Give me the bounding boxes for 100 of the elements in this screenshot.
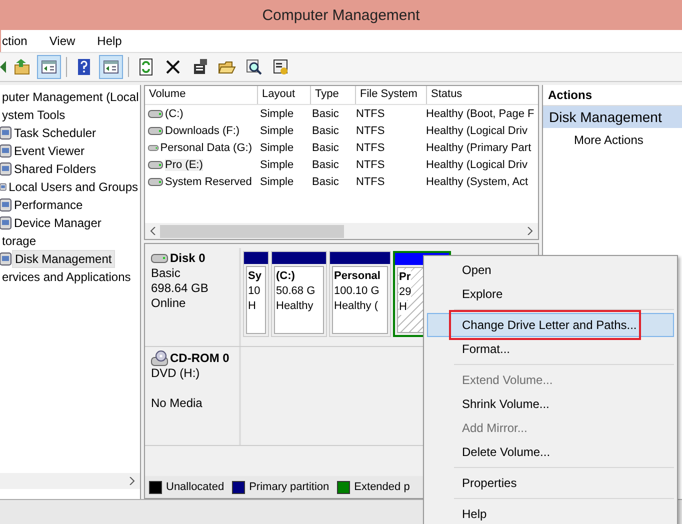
menu-item[interactable]: Help [96,34,123,48]
tree-node-icon [0,162,12,176]
partition-text: Sy [248,269,262,284]
column-header[interactable]: Layout [258,86,311,104]
column-header[interactable]: Status [427,86,538,104]
scroll-right-icon[interactable] [129,477,135,485]
horizontal-scrollbar[interactable] [145,223,538,239]
partition-color-bar [330,252,390,264]
tree-node-icon [0,144,12,158]
tree-node-icon [0,198,12,212]
table-cell: Simple [260,176,294,188]
cd-drive-icon [151,350,169,366]
column-header[interactable]: File System [356,86,427,104]
table-cell: NTFS [356,124,385,136]
tree-node-icon [0,252,12,266]
drive-label[interactable]: Personal Data (G:) [160,142,252,154]
legend-label: Unallocated [166,481,224,493]
drive-icon [151,254,169,263]
disk-name: CD-ROM 0 [170,350,230,366]
table-cell: NTFS [356,142,385,154]
table-cell: Basic [312,142,339,154]
partition-text: (C:) [276,269,296,284]
table-cell: Basic [312,108,339,120]
tree-item[interactable]: Device Manager [12,215,104,231]
partition-text: Healthy [276,299,314,314]
tree-item[interactable]: torage [0,233,38,249]
table-cell: Simple [260,108,294,120]
table-cell: Healthy (Boot, Page F [426,108,534,120]
drive-icon [148,110,164,118]
partition-text: Pr [399,270,411,285]
drive-label[interactable]: Downloads (F:) [165,124,240,136]
column-header[interactable]: Type [311,86,356,104]
tree-item[interactable]: ystem Tools [0,107,68,123]
partition-color-bar [272,252,326,264]
drive-icon [148,178,164,186]
menu-item[interactable]: View [48,34,76,48]
context-menu-item[interactable]: Shrink Volume... [427,392,674,416]
partition-text: H [248,299,257,314]
disk-detail: Basic [151,266,182,281]
table-cell: NTFS [356,158,385,170]
tree-node-icon [0,216,12,230]
legend-label: Extended p [354,481,410,493]
partition-text: 29 [399,285,412,300]
drive-icon [148,160,164,168]
context-menu-item[interactable]: Format... [427,337,674,361]
table-cell: Simple [260,124,294,136]
tree-item[interactable]: puter Management (Local [0,89,140,105]
tree-item[interactable]: Disk Management [12,250,115,268]
drive-icon [148,126,164,134]
partition-text: Personal [334,269,382,284]
tree-item[interactable]: Shared Folders [12,161,98,177]
table-cell: Basic [312,158,339,170]
table-cell: Simple [260,142,294,154]
partition-block[interactable]: Sy 10 H [243,251,269,337]
partition-color-bar [244,252,268,264]
actions-section-header[interactable]: Disk Management [543,106,682,128]
table-cell: Healthy (System, Act [426,176,528,188]
partition-text: 50.68 G [276,284,316,299]
table-cell: Healthy (Logical Driv [426,124,528,136]
context-menu-item[interactable]: Properties [427,471,674,495]
tree-item[interactable]: ervices and Applications [0,269,133,285]
column-header[interactable]: Volume [145,86,258,104]
tree-item[interactable]: Event Viewer [12,143,86,159]
table-cell: NTFS [356,108,385,120]
horizontal-scrollbar[interactable] [0,473,140,489]
drive-icon [148,144,160,152]
disk-name: Disk 0 [170,251,206,266]
action-link[interactable]: More Actions [543,128,682,147]
table-cell: Healthy (Logical Driv [426,158,528,170]
tree-item[interactable]: Local Users and Groups [6,179,140,195]
disk-detail: DVD (H:) [151,366,201,381]
disk-detail: 698.64 GB [151,281,210,296]
window-title: Computer Management [262,6,420,24]
tree-node-icon [0,126,12,140]
table-cell: NTFS [356,176,385,188]
partition-text: 100.10 G [334,284,380,299]
partition-block[interactable]: (C:) 50.68 G Healthy [271,251,327,337]
table-cell: Basic [312,176,339,188]
partition-text: H [399,300,407,315]
table-cell: Healthy (Primary Part [426,142,532,154]
tree-item[interactable]: Performance [12,197,85,213]
disk-detail: Online [151,296,187,311]
drive-label[interactable]: System Reserved [165,176,252,188]
table-cell: Basic [312,124,339,136]
scroll-left-icon[interactable] [150,227,156,235]
partition-text: 10 [248,284,262,299]
drive-label[interactable]: Pro (E:) [165,158,203,170]
legend-label: Primary partition [249,481,330,493]
context-menu-item[interactable]: Help [427,502,674,524]
tree-item[interactable]: Task Scheduler [12,125,98,141]
context-menu-item[interactable]: Delete Volume... [427,440,674,464]
partition-text: Healthy ( [334,299,380,314]
menu-item[interactable]: ction [1,34,28,48]
context-menu-item[interactable]: Change Drive Letter and Paths... [427,313,674,337]
partition-block[interactable]: Personal 100.10 G Healthy ( [329,251,391,337]
table-cell: Simple [260,158,294,170]
disk-detail: No Media [151,396,204,411]
drive-label[interactable]: (C:) [165,108,184,120]
scroll-thumb[interactable] [160,224,344,238]
scroll-right-icon[interactable] [527,227,533,235]
